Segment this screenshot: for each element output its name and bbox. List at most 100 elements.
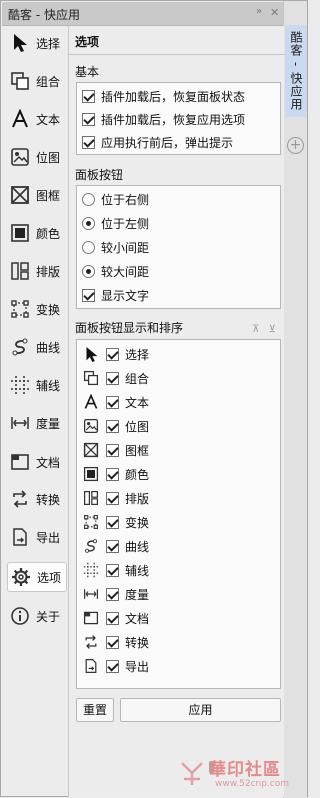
order-item-label: 导出: [125, 659, 150, 674]
sidebar-item-label: 导出: [36, 530, 61, 545]
sidebar-item[interactable]: 文档: [7, 447, 67, 477]
checkbox[interactable]: [106, 635, 119, 649]
cursor-arrow-icon: [81, 344, 101, 364]
order-item-label: 曲线: [125, 539, 150, 554]
sidebar-item[interactable]: 变换: [7, 294, 67, 324]
checkbox[interactable]: [106, 395, 119, 409]
docker-tab[interactable]: 酷客 - 快应用: [285, 25, 307, 117]
order-item-label: 颜色: [125, 467, 150, 482]
double-chevron-right-icon[interactable]: »: [256, 6, 262, 17]
option-label: 位于左侧: [101, 216, 150, 231]
order-item-label: 转换: [125, 635, 150, 650]
title-bar: 酷客 - 快应用 » ✕: [2, 2, 284, 26]
sidebar-item[interactable]: 转换: [7, 484, 67, 514]
sidebar-item[interactable]: 辅线: [7, 370, 67, 400]
order-item-label: 选择: [125, 347, 150, 362]
move-down-icon[interactable]: ⊻: [269, 324, 276, 335]
sidebar-item[interactable]: 关于: [7, 601, 67, 631]
divider: [69, 54, 285, 55]
show-text-option[interactable]: 显示文字: [82, 285, 149, 305]
option-label: 位于右侧: [101, 192, 150, 207]
watermark-text: 華印社區: [209, 760, 281, 780]
sidebar-item[interactable]: 曲线: [7, 332, 67, 362]
order-list-item[interactable]: 转换: [81, 630, 149, 654]
docker-rail: 酷客 - 快应用 +: [283, 1, 307, 798]
basic-option[interactable]: 应用执行前后，弹出提示: [82, 132, 233, 152]
option-label: 显示文字: [101, 288, 150, 303]
order-list-item[interactable]: 图框: [81, 438, 149, 462]
radio-button[interactable]: [82, 216, 95, 230]
checkbox[interactable]: [106, 515, 119, 529]
order-list-item[interactable]: 位图: [81, 414, 149, 438]
order-list-item[interactable]: 排版: [81, 486, 149, 510]
order-item-label: 度量: [125, 587, 150, 602]
checkbox[interactable]: [82, 89, 95, 103]
radio-option[interactable]: 较大间距: [82, 261, 149, 281]
plus-circle-icon[interactable]: +: [287, 137, 304, 154]
sidebar-item[interactable]: 选项: [7, 562, 67, 592]
reset-button[interactable]: 重置: [76, 698, 114, 722]
checkbox[interactable]: [82, 288, 95, 302]
checkbox[interactable]: [82, 135, 95, 149]
basic-option[interactable]: 插件加载后，恢复面板状态: [82, 86, 245, 106]
sidebar-item[interactable]: 组合: [7, 66, 67, 96]
group-squares-icon: [81, 368, 101, 388]
order-list-item[interactable]: 选择: [81, 342, 149, 366]
order-list-item[interactable]: 颜色: [81, 462, 149, 486]
order-item-label: 图框: [125, 443, 150, 458]
sidebar-item-label: 排版: [36, 264, 61, 279]
checkbox[interactable]: [106, 659, 119, 673]
radio-button[interactable]: [82, 240, 95, 254]
order-list-item[interactable]: 变换: [81, 510, 149, 534]
gear-icon: [8, 564, 34, 590]
sidebar-item-label: 关于: [36, 609, 61, 624]
sidebar-item[interactable]: 排版: [7, 256, 67, 286]
option-label: 插件加载后，恢复面板状态: [101, 89, 246, 104]
sidebar-item[interactable]: 选择: [7, 28, 67, 58]
radio-button[interactable]: [82, 192, 95, 206]
checkbox[interactable]: [106, 491, 119, 505]
order-list-item[interactable]: 导出: [81, 654, 149, 678]
apply-button[interactable]: 应用: [120, 698, 281, 722]
radio-button[interactable]: [82, 264, 95, 278]
measure-icon: [7, 410, 33, 436]
order-list-item[interactable]: 度量: [81, 582, 149, 606]
checkbox[interactable]: [106, 419, 119, 433]
window-title: 酷客 - 快应用: [8, 8, 80, 22]
order-list-item[interactable]: 曲线: [81, 534, 149, 558]
checkbox[interactable]: [82, 112, 95, 126]
radio-option[interactable]: 位于右侧: [82, 189, 149, 209]
order-list-item[interactable]: 文本: [81, 390, 149, 414]
sidebar-item[interactable]: 位图: [7, 142, 67, 172]
app-window: 酷客 - 快应用 » ✕ 酷客 - 快应用 + 选择 组合 文本 位图 图框 颜色 排版 变换…: [0, 0, 308, 798]
buttons-heading: 面板按钮: [75, 168, 124, 182]
checkbox[interactable]: [106, 611, 119, 625]
order-list-item[interactable]: 辅线: [81, 558, 149, 582]
checkbox[interactable]: [106, 371, 119, 385]
checkbox[interactable]: [106, 587, 119, 601]
sort-controls: ⊼ ⊻: [252, 324, 276, 335]
sidebar-item[interactable]: 度量: [7, 408, 67, 438]
option-label: 应用执行前后，弹出提示: [101, 135, 234, 150]
text-a-icon: [81, 392, 101, 412]
order-list-item[interactable]: 组合: [81, 366, 149, 390]
order-list-item[interactable]: 文档: [81, 606, 149, 630]
panel-title: 选项: [75, 35, 100, 49]
group-squares-icon: [7, 68, 33, 94]
close-icon[interactable]: ✕: [270, 6, 279, 19]
sidebar-item[interactable]: 文本: [7, 104, 67, 134]
move-up-icon[interactable]: ⊼: [252, 324, 259, 335]
checkbox[interactable]: [106, 467, 119, 481]
basic-option[interactable]: 插件加载后，恢复应用选项: [82, 109, 245, 129]
checkbox[interactable]: [106, 347, 119, 361]
checkbox[interactable]: [106, 443, 119, 457]
sidebar-item-label: 转换: [36, 492, 61, 507]
sidebar-item[interactable]: 导出: [7, 522, 67, 552]
radio-option[interactable]: 位于左侧: [82, 213, 149, 233]
checkbox[interactable]: [106, 539, 119, 553]
sidebar-item[interactable]: 图框: [7, 180, 67, 210]
radio-option[interactable]: 较小间距: [82, 237, 149, 257]
sidebar-item[interactable]: 颜色: [7, 218, 67, 248]
checkbox[interactable]: [106, 563, 119, 577]
watermark-url: www.52cnp.com: [215, 779, 290, 789]
